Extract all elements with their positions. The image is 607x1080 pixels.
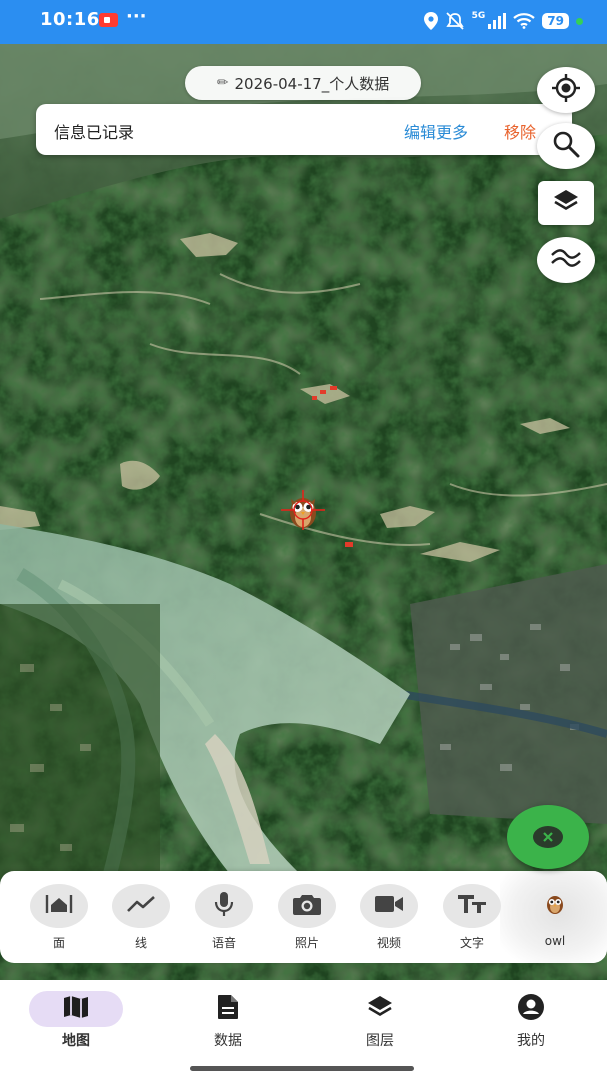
tool-video[interactable]: 视频 [358,884,420,951]
location-icon [423,12,438,30]
profile-icon [517,993,545,1025]
locate-button[interactable] [537,67,595,113]
remove-link[interactable]: 移除 [504,119,536,143]
tool-label: 线 [134,936,147,950]
video-icon [374,894,404,918]
tool-voice[interactable]: 语音 [193,884,255,951]
nav-label: 数据 [214,1033,242,1049]
recording-icon [99,13,118,27]
close-record-button[interactable] [507,805,589,869]
locate-icon [551,73,581,107]
battery-icon: 79 [542,13,569,29]
nav-profile[interactable]: 我的 [481,994,581,1050]
signal-icon [488,13,507,29]
tool-owl[interactable]: owl [524,884,586,948]
edit-more-link[interactable]: 编辑更多 [404,119,468,143]
active-dot [576,17,583,25]
nav-label: 图层 [366,1033,394,1049]
mute-icon [445,12,465,30]
status-icons: 5G 79 [423,10,583,32]
tool-label: 语音 [211,936,236,950]
tool-photo[interactable]: 照片 [276,884,338,951]
nav-layers[interactable]: 图层 [330,994,430,1050]
info-card: 信息已记录 编辑更多 移除 [36,104,572,155]
search-button[interactable] [537,123,595,169]
more-dots-icon: ··· [126,6,147,27]
tool-label: 文字 [459,936,484,950]
tool-label: owl [544,934,566,948]
document-icon [217,994,239,1024]
record-title-pill[interactable]: ✏ 2026-04-17_个人数据 [185,66,421,100]
tool-polygon[interactable]: 面 [28,884,90,951]
home-indicator[interactable] [190,1066,414,1071]
tool-label: 视频 [376,936,401,950]
nav-label: 地图 [62,1033,90,1049]
nav-data[interactable]: 数据 [178,994,278,1050]
layers-icon [366,994,394,1024]
bottom-navigation: 地图 数据 图层 我的 [0,980,607,1080]
layers-button[interactable] [538,181,594,225]
tool-label: 照片 [294,936,319,950]
nav-map[interactable]: 地图 [26,991,126,1050]
status-bar: 10:16 ··· 5G 79 [0,0,607,44]
wifi-icon [513,13,536,29]
nav-label: 我的 [517,1033,545,1049]
tool-text[interactable]: 文字 [441,884,503,951]
close-icon [533,826,563,848]
wave-button[interactable] [537,237,595,283]
record-title: 2026-04-17_个人数据 [234,74,390,93]
tool-line[interactable]: 线 [110,884,172,951]
camera-icon [292,892,322,920]
record-toolbar: 面 线 语音 照片 视频 文字 owl [0,871,607,963]
wave-icon [550,246,582,274]
map-icon [63,995,89,1023]
layers-icon [552,188,580,218]
microphone-icon [213,890,235,922]
network-type: 5G [471,10,486,21]
search-icon [552,130,580,162]
tool-label: 面 [52,936,65,950]
owl-icon [546,894,564,918]
text-icon [457,893,487,919]
status-time: 10:16 [40,9,100,30]
line-icon [126,894,156,918]
info-message: 信息已记录 [54,123,135,142]
polygon-icon [45,893,73,919]
pencil-icon: ✏ [216,75,229,91]
